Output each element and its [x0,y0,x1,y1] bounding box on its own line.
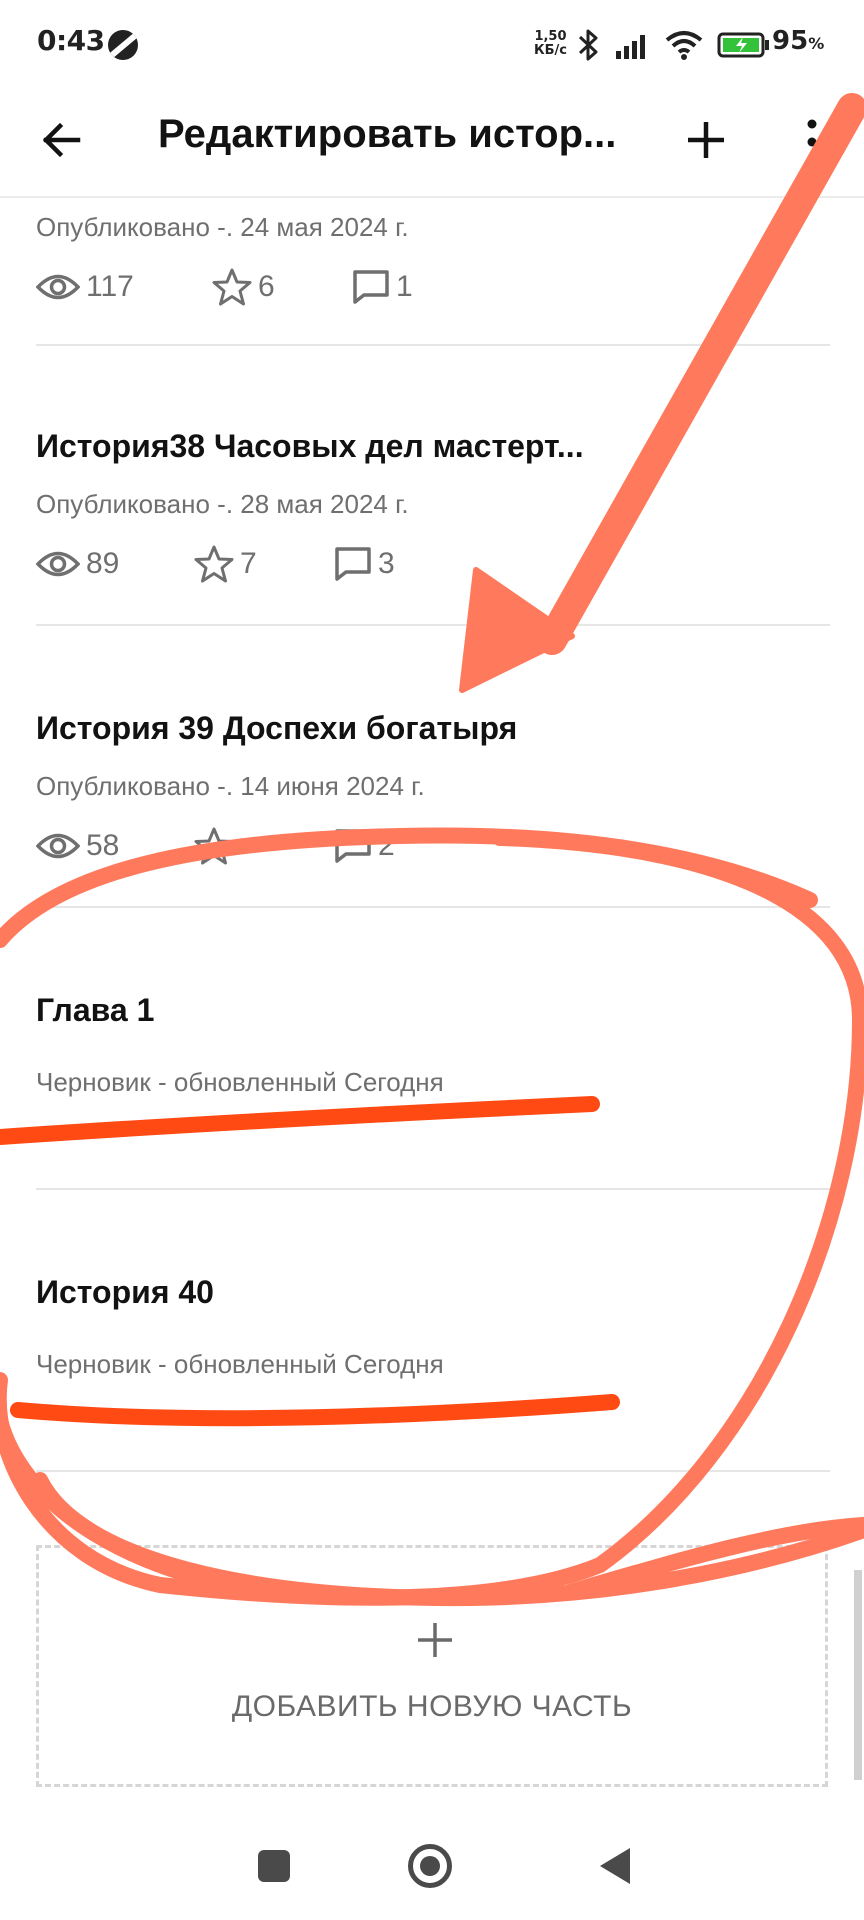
add-new-part-label: ДОБАВИТЬ НОВУЮ ЧАСТЬ [231,1690,633,1723]
annotation-circle [0,827,864,1607]
recents-icon[interactable] [258,1850,290,1882]
comments-count: 3 [378,547,395,580]
part-title: История 40 [36,1274,214,1310]
eye-icon [36,833,80,859]
comments-stat: 3 [334,546,395,582]
votes-count: 6 [258,270,275,303]
back-arrow-icon[interactable] [38,116,86,164]
more-options-icon[interactable] [798,116,826,168]
part-title: История38 Часовых дел мастерт... [36,428,584,464]
views-count: 58 [86,829,120,862]
part-status: Опубликовано -. 14 июня 2024 г. [36,771,425,801]
add-icon[interactable] [684,118,728,162]
add-new-part-button[interactable]: ДОБАВИТЬ НОВУЮ ЧАСТЬ [36,1545,828,1787]
comments-stat: 2 [334,828,395,864]
list-item[interactable]: Глава 1 Черновик - обновленный Сегодня [36,992,830,1190]
battery-percent: 95% [772,26,824,56]
list-item[interactable]: Опубликовано -. 24 мая 2024 г. 117 6 1 [36,212,830,346]
comment-icon [335,829,371,863]
system-nav-bar [0,1800,864,1920]
part-stats: 58 2 [36,826,830,866]
battery-unit: % [808,34,825,53]
wifi-icon [665,31,703,60]
star-icon [194,827,234,865]
page-title: Редактировать истор... [158,112,617,156]
network-speed-value: 1,50 [534,29,567,44]
part-status: Опубликовано -. 28 мая 2024 г. [36,489,409,519]
nav-back-icon[interactable] [600,1848,630,1884]
comments-count: 1 [396,270,413,303]
eye-icon [36,551,80,577]
views-count: 117 [86,270,134,303]
scrollbar[interactable] [854,1570,862,1780]
comment-icon [353,270,389,304]
views-stat: 58 [36,829,194,863]
part-stats: 117 6 1 [36,267,830,307]
eye-icon [36,274,80,300]
star-icon [212,268,252,306]
views-count: 89 [86,547,120,580]
votes-stat: 6 [212,268,352,306]
battery-value: 95 [772,26,809,56]
part-status: Черновик - обновленный Сегодня [36,1067,444,1097]
signal-icon [616,35,645,59]
battery-icon [717,32,769,58]
list-item[interactable]: История 39 Доспехи богатыря Опубликовано… [36,710,830,908]
part-title: Глава 1 [36,992,155,1028]
network-speed-unit: КБ/с [534,43,567,58]
star-icon [194,545,234,583]
status-bar: 0:43 1,50 КБ/с 95% [0,0,864,88]
views-stat: 89 [36,547,194,581]
home-icon[interactable] [408,1844,452,1888]
app-bar: Редактировать истор... [0,88,864,198]
status-time: 0:43 [37,24,105,57]
bluetooth-icon [578,29,598,61]
votes-stat [194,827,334,865]
votes-stat: 7 [194,545,334,583]
votes-count: 7 [240,547,257,580]
part-status: Опубликовано -. 24 мая 2024 г. [36,212,409,242]
list-item[interactable]: История 40 Черновик - обновленный Сегодн… [36,1274,830,1472]
list-item[interactable]: История38 Часовых дел мастерт... Опублик… [36,428,830,626]
network-speed: 1,50 КБ/с [534,30,567,58]
comment-icon [335,547,371,581]
comments-count: 2 [378,829,395,862]
do-not-disturb-icon [108,30,138,60]
comments-stat: 1 [352,269,413,305]
plus-icon [418,1623,452,1657]
part-title: История 39 Доспехи богатыря [36,710,518,746]
status-icons [575,28,771,62]
views-stat: 117 [36,270,212,304]
part-status: Черновик - обновленный Сегодня [36,1349,444,1379]
part-stats: 89 7 3 [36,544,830,584]
